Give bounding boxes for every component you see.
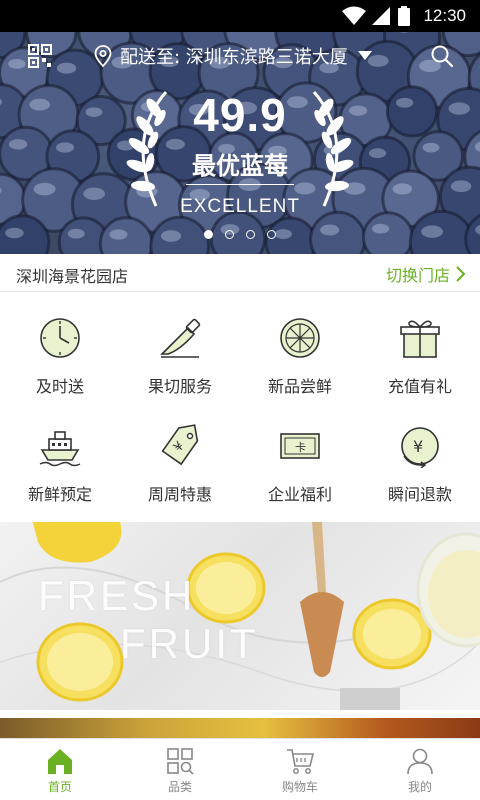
blueberry-highlight xyxy=(395,97,414,108)
carousel-dot[interactable] xyxy=(267,230,276,239)
tab-category[interactable]: 品类 xyxy=(120,739,240,800)
carousel-dot[interactable] xyxy=(225,230,234,239)
blueberry xyxy=(385,85,439,138)
svg-text:¥: ¥ xyxy=(413,437,423,456)
banner-headline-line2: FRUIT xyxy=(120,620,259,667)
category-icon xyxy=(167,748,194,775)
blueberry-highlight xyxy=(29,98,51,111)
blueberry-highlight xyxy=(368,148,387,159)
carousel-dot[interactable] xyxy=(246,230,255,239)
service-grid: 及时送 果切服务 新品尝鲜 充值有礼 新鲜预定 ¥ 周周特惠 卡 企业福利 ¥ … xyxy=(0,300,480,516)
promo-tag: EXCELLENT xyxy=(180,196,300,217)
location-pin-icon xyxy=(94,45,112,67)
store-bar: 深圳海景花园店 切换门店 xyxy=(0,254,480,292)
carousel-indicators xyxy=(0,230,480,239)
refund-coin-icon: ¥ xyxy=(401,427,439,468)
qr-scan-icon[interactable] xyxy=(28,44,52,68)
service-label: 新鲜预定 xyxy=(27,485,92,504)
service-label: 周周特惠 xyxy=(147,485,212,504)
tab-cart[interactable]: 购物车 xyxy=(240,739,360,800)
knife-icon xyxy=(160,318,201,358)
carousel-dot[interactable] xyxy=(204,230,213,239)
switch-store-button[interactable]: 切换门店 xyxy=(386,262,466,286)
top-bar: 配送至: 深圳东滨路三诺大厦 xyxy=(0,32,480,80)
promo-divider xyxy=(186,184,294,185)
blueberry-highlight xyxy=(83,187,106,201)
blueberry-highlight xyxy=(85,107,103,117)
citrus-slice-icon xyxy=(280,318,320,358)
banner-headline-line1: FRESH xyxy=(38,572,196,619)
price-tag-icon: ¥ xyxy=(161,424,199,466)
chevron-right-icon xyxy=(456,266,466,282)
promo-product-name: 最优蓝莓 xyxy=(192,152,288,180)
service-label: 企业福利 xyxy=(267,485,332,504)
ship-icon xyxy=(39,431,81,467)
tab-label: 购物车 xyxy=(281,780,318,794)
clock-time: 12:30 xyxy=(423,6,466,25)
tab-profile[interactable]: 我的 xyxy=(360,739,480,800)
status-bar: 12:30 xyxy=(0,0,480,32)
tab-home[interactable]: 首页 xyxy=(0,739,120,800)
next-banner-peek[interactable] xyxy=(0,718,480,738)
service-item[interactable]: ¥ 瞬间退款 xyxy=(360,408,480,516)
service-item[interactable]: ¥ 周周特惠 xyxy=(120,408,240,516)
delivery-address-selector[interactable]: 配送至: 深圳东滨路三诺大厦 xyxy=(94,42,372,70)
card-icon: 卡 xyxy=(280,433,320,459)
service-item[interactable]: 及时送 xyxy=(0,300,120,408)
signal-icon xyxy=(372,7,390,25)
tab-label: 首页 xyxy=(47,780,72,794)
blueberry-highlight xyxy=(450,180,472,193)
battery-icon xyxy=(398,6,410,26)
profile-icon xyxy=(407,748,433,775)
store-name: 深圳海景花园店 xyxy=(16,267,129,286)
service-item[interactable]: 卡 企业福利 xyxy=(240,408,360,516)
switch-store-label: 切换门店 xyxy=(385,266,450,285)
service-item[interactable]: 充值有礼 xyxy=(360,300,480,408)
chevron-down-icon xyxy=(357,51,372,60)
fresh-fruit-banner[interactable]: FRESH FRUIT xyxy=(0,522,480,710)
blueberry-highlight xyxy=(448,102,470,115)
tab-label: 品类 xyxy=(167,780,192,794)
tab-label: 我的 xyxy=(407,780,432,794)
delivery-address-text: 配送至: 深圳东滨路三诺大厦 xyxy=(120,47,348,68)
promo-badge: 49.9 最优蓝莓 EXCELLENT xyxy=(120,88,360,228)
blueberry-highlight xyxy=(392,183,413,195)
clock-icon xyxy=(40,318,80,358)
svg-text:卡: 卡 xyxy=(295,441,306,454)
home-icon xyxy=(48,749,72,774)
cart-icon xyxy=(287,749,314,774)
service-item[interactable]: 新品尝鲜 xyxy=(240,300,360,408)
service-label: 瞬间退款 xyxy=(387,485,452,504)
bottom-tab-bar: 首页 品类 购物车 我的 xyxy=(0,738,480,800)
service-item[interactable]: 新鲜预定 xyxy=(0,408,120,516)
service-item[interactable]: 果切服务 xyxy=(120,300,240,408)
service-label: 新品尝鲜 xyxy=(267,377,332,396)
search-icon[interactable] xyxy=(430,44,454,68)
blueberry-highlight xyxy=(33,182,56,196)
wifi-icon xyxy=(342,6,366,25)
service-label: 充值有礼 xyxy=(387,377,452,396)
service-label: 及时送 xyxy=(35,377,84,396)
blueberry-highlight xyxy=(55,142,75,153)
gift-icon xyxy=(400,320,440,358)
service-label: 果切服务 xyxy=(147,377,212,396)
blueberry-highlight xyxy=(8,139,28,150)
promo-price: 49.9 xyxy=(193,89,287,141)
blueberry-highlight xyxy=(422,142,440,153)
